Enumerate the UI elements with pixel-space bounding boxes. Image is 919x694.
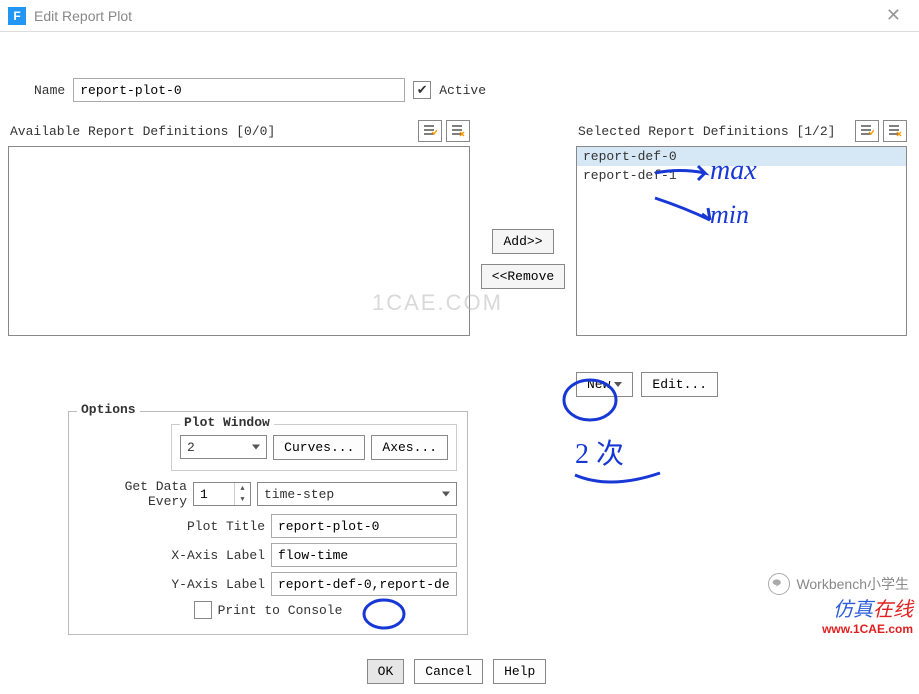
- plot-window-value: 2: [187, 440, 195, 455]
- chevron-down-icon: [252, 445, 260, 450]
- add-button[interactable]: Add>>: [492, 229, 553, 254]
- name-row: Name ✔ Active: [34, 78, 907, 102]
- y-axis-label-input[interactable]: [271, 572, 457, 596]
- spinner-up-icon[interactable]: ▲: [235, 483, 250, 494]
- plot-title-input[interactable]: [271, 514, 457, 538]
- footer-buttons: OK Cancel Help: [6, 659, 907, 684]
- available-label: Available Report Definitions [0/0]: [10, 124, 275, 139]
- select-all-icon[interactable]: [855, 120, 879, 142]
- print-to-console-checkbox[interactable]: [194, 601, 212, 619]
- remove-button[interactable]: <<Remove: [481, 264, 565, 289]
- name-input[interactable]: [73, 78, 405, 102]
- x-axis-label-label: X-Axis Label: [79, 548, 265, 563]
- options-group: Options Plot Window 2 Curves... Axes... …: [68, 411, 468, 635]
- list-item[interactable]: report-def-0: [577, 147, 906, 166]
- list-item[interactable]: report-def-1: [577, 166, 906, 185]
- selected-listbox[interactable]: report-def-0 report-def-1: [576, 146, 907, 336]
- plot-title-label: Plot Title: [79, 519, 265, 534]
- cancel-button[interactable]: Cancel: [414, 659, 483, 684]
- active-label: Active: [439, 83, 486, 98]
- deselect-all-icon[interactable]: [883, 120, 907, 142]
- close-icon[interactable]: ✕: [876, 3, 911, 28]
- help-button[interactable]: Help: [493, 659, 546, 684]
- options-legend: Options: [77, 402, 140, 417]
- title-bar: F Edit Report Plot ✕: [0, 0, 919, 32]
- get-data-unit-select[interactable]: time-step: [257, 482, 457, 506]
- plot-window-select[interactable]: 2: [180, 435, 267, 459]
- plot-window-group: Plot Window 2 Curves... Axes...: [171, 424, 457, 471]
- x-axis-label-input[interactable]: [271, 543, 457, 567]
- get-data-unit-value: time-step: [264, 487, 334, 502]
- plot-window-legend: Plot Window: [180, 415, 274, 430]
- selected-label: Selected Report Definitions [1/2]: [578, 124, 835, 139]
- select-all-icon[interactable]: [418, 120, 442, 142]
- edit-button[interactable]: Edit...: [641, 372, 718, 397]
- name-label: Name: [34, 83, 65, 98]
- new-button-label: New: [587, 377, 610, 392]
- spinner-down-icon[interactable]: ▼: [235, 494, 250, 505]
- app-icon: F: [8, 7, 26, 25]
- get-data-label: Get Data Every: [79, 479, 187, 509]
- axes-button[interactable]: Axes...: [371, 435, 448, 460]
- active-checkbox[interactable]: ✔: [413, 81, 431, 99]
- y-axis-label-label: Y-Axis Label: [79, 577, 265, 592]
- chevron-down-icon: [614, 382, 622, 387]
- get-data-spinner[interactable]: ▲▼: [193, 482, 251, 506]
- ok-button[interactable]: OK: [367, 659, 405, 684]
- window-title: Edit Report Plot: [34, 8, 132, 24]
- get-data-input[interactable]: [194, 483, 234, 505]
- available-listbox[interactable]: [8, 146, 470, 336]
- new-button[interactable]: New: [576, 372, 633, 397]
- deselect-all-icon[interactable]: [446, 120, 470, 142]
- curves-button[interactable]: Curves...: [273, 435, 365, 460]
- chevron-down-icon: [442, 492, 450, 497]
- print-to-console-label: Print to Console: [218, 603, 343, 618]
